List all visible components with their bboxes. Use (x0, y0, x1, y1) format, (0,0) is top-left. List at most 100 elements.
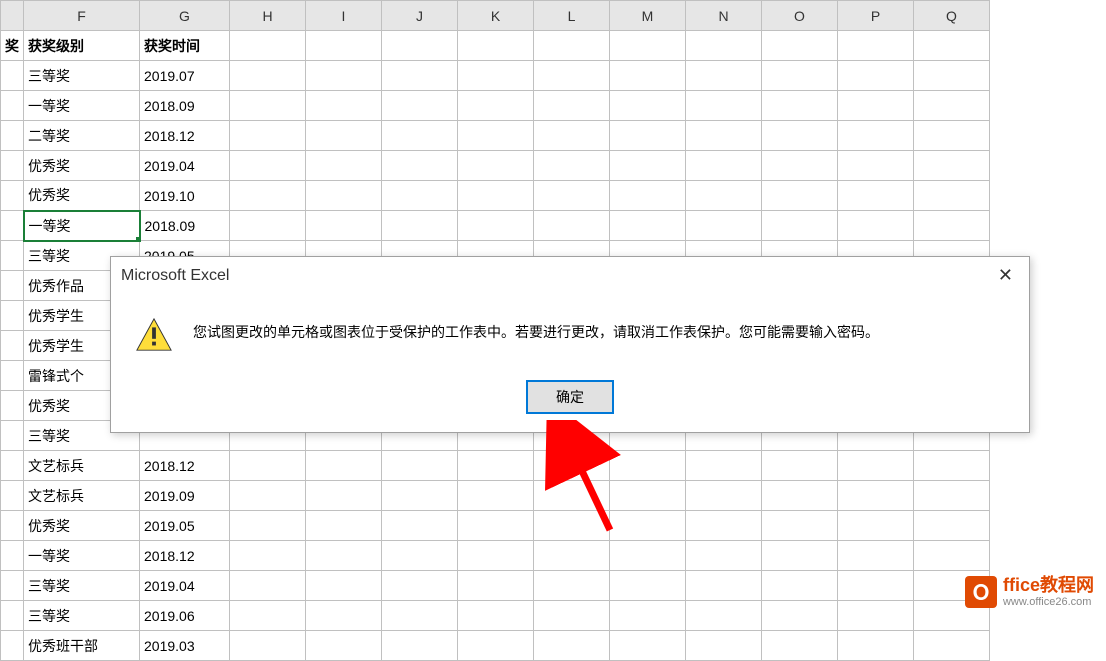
cell[interactable] (382, 541, 458, 571)
cell[interactable] (534, 151, 610, 181)
cell[interactable] (306, 541, 382, 571)
cell[interactable] (762, 181, 838, 211)
cell[interactable] (1, 151, 24, 181)
cell[interactable] (1, 571, 24, 601)
cell[interactable] (838, 541, 914, 571)
cell[interactable] (382, 451, 458, 481)
cell[interactable] (914, 541, 990, 571)
cell[interactable] (838, 631, 914, 661)
cell[interactable] (458, 541, 534, 571)
cell[interactable] (914, 181, 990, 211)
cell[interactable] (306, 91, 382, 121)
cell[interactable] (686, 151, 762, 181)
cell[interactable]: 优秀班干部 (24, 631, 140, 661)
cell[interactable] (458, 61, 534, 91)
cell[interactable] (306, 211, 382, 241)
cell[interactable] (534, 451, 610, 481)
cell[interactable] (914, 61, 990, 91)
cell[interactable] (914, 451, 990, 481)
col-header-g[interactable]: G (140, 1, 230, 31)
cell[interactable] (382, 151, 458, 181)
col-header-q[interactable]: Q (914, 1, 990, 31)
cell[interactable] (762, 61, 838, 91)
cell[interactable] (534, 181, 610, 211)
cell[interactable] (686, 121, 762, 151)
cell[interactable] (686, 631, 762, 661)
cell[interactable] (382, 181, 458, 211)
cell[interactable] (382, 481, 458, 511)
cell[interactable] (306, 451, 382, 481)
col-header-m[interactable]: M (610, 1, 686, 31)
col-header-j[interactable]: J (382, 1, 458, 31)
cell[interactable] (1, 241, 24, 271)
cell[interactable] (382, 121, 458, 151)
cell[interactable]: 三等奖 (24, 571, 140, 601)
cell[interactable] (230, 631, 306, 661)
cell[interactable]: 文艺标兵 (24, 451, 140, 481)
cell[interactable]: 2018.12 (140, 121, 230, 151)
cell[interactable] (610, 481, 686, 511)
cell[interactable] (762, 151, 838, 181)
cell[interactable] (914, 121, 990, 151)
cell[interactable] (838, 451, 914, 481)
cell[interactable] (1, 631, 24, 661)
cell[interactable] (306, 511, 382, 541)
cell[interactable] (1, 121, 24, 151)
cell[interactable] (914, 481, 990, 511)
cell[interactable] (838, 211, 914, 241)
cell[interactable] (610, 451, 686, 481)
cell[interactable] (838, 61, 914, 91)
cell[interactable] (762, 541, 838, 571)
cell[interactable] (382, 211, 458, 241)
cell[interactable] (458, 451, 534, 481)
cell[interactable] (914, 211, 990, 241)
cell[interactable]: 2018.12 (140, 451, 230, 481)
cell[interactable] (1, 331, 24, 361)
cell[interactable] (306, 181, 382, 211)
cell[interactable] (838, 511, 914, 541)
cell[interactable]: 2019.09 (140, 481, 230, 511)
cell[interactable]: 2019.07 (140, 61, 230, 91)
cell[interactable] (762, 481, 838, 511)
cell[interactable] (534, 121, 610, 151)
cell[interactable] (686, 451, 762, 481)
cell[interactable] (534, 571, 610, 601)
cell[interactable] (838, 481, 914, 511)
cell[interactable]: 获奖级别 (24, 31, 140, 61)
cell[interactable]: 优秀奖 (24, 151, 140, 181)
cell[interactable]: 二等奖 (24, 121, 140, 151)
cell[interactable] (914, 151, 990, 181)
cell[interactable]: 2019.04 (140, 151, 230, 181)
cell[interactable] (382, 631, 458, 661)
cell[interactable] (534, 481, 610, 511)
cell[interactable]: 2019.10 (140, 181, 230, 211)
cell[interactable] (534, 541, 610, 571)
cell[interactable] (914, 631, 990, 661)
cell[interactable] (306, 61, 382, 91)
cell[interactable] (382, 91, 458, 121)
cell[interactable] (458, 151, 534, 181)
cell[interactable]: 2018.12 (140, 541, 230, 571)
col-header-k[interactable]: K (458, 1, 534, 31)
cell[interactable]: 优秀奖 (24, 181, 140, 211)
cell[interactable] (610, 631, 686, 661)
cell[interactable]: 获奖时间 (140, 31, 230, 61)
cell[interactable] (686, 181, 762, 211)
cell[interactable]: 三等奖 (24, 61, 140, 91)
cell[interactable]: 2018.09 (140, 211, 230, 241)
cell[interactable] (610, 211, 686, 241)
cell[interactable] (306, 481, 382, 511)
cell[interactable] (306, 571, 382, 601)
cell[interactable] (1, 541, 24, 571)
cell[interactable] (838, 571, 914, 601)
cell[interactable] (686, 481, 762, 511)
cell[interactable] (838, 151, 914, 181)
cell[interactable] (610, 91, 686, 121)
cell[interactable] (458, 571, 534, 601)
cell[interactable] (610, 121, 686, 151)
cell[interactable] (1, 481, 24, 511)
cell[interactable] (686, 211, 762, 241)
cell[interactable] (610, 181, 686, 211)
cell[interactable]: 文艺标兵 (24, 481, 140, 511)
cell[interactable] (686, 61, 762, 91)
